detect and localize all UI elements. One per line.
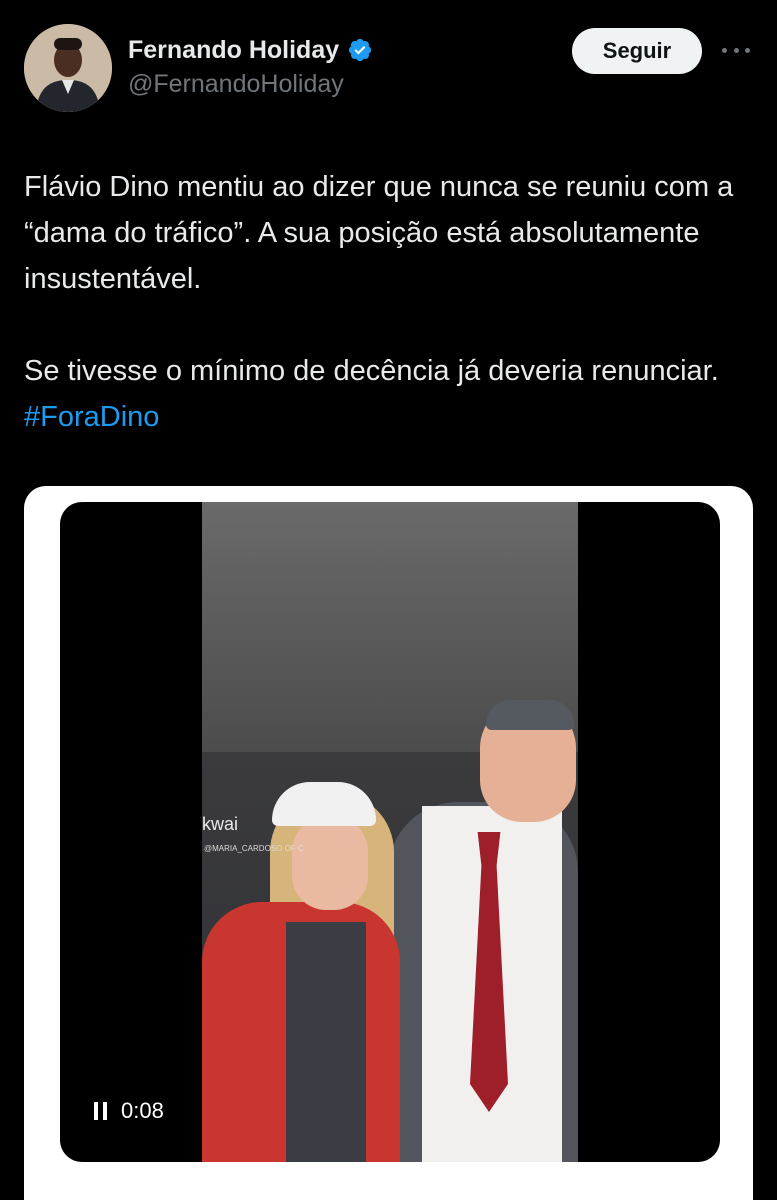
hashtag-link[interactable]: #ForaDino <box>24 401 159 433</box>
follow-button[interactable]: Seguir <box>572 28 702 74</box>
tweet-paragraph-2: Se tivesse o mínimo de decência já dever… <box>24 348 754 440</box>
tweet-detail: Fernando Holiday @FernandoHoliday Seguir… <box>0 0 777 1200</box>
pause-bar <box>103 1102 107 1120</box>
author-handle[interactable]: @FernandoHoliday <box>128 68 373 100</box>
more-dot <box>745 47 750 53</box>
video-frame: kwai @MARIA_CARDOSO OF C <box>202 502 578 1162</box>
woman-face <box>292 814 368 910</box>
kwai-watermark: kwai <box>202 814 239 834</box>
woman-cap <box>272 782 376 826</box>
video-controls: 0:08 <box>94 1098 164 1124</box>
video-player[interactable]: kwai @MARIA_CARDOSO OF C 0:08 <box>60 502 720 1162</box>
more-dot <box>733 47 739 53</box>
pause-icon[interactable] <box>94 1102 107 1120</box>
media-card: kwai @MARIA_CARDOSO OF C 0:08 <box>24 486 753 1200</box>
man-hair <box>486 700 574 730</box>
video-timestamp: 0:08 <box>121 1098 164 1123</box>
avatar-image <box>24 24 112 112</box>
woman-shirt <box>286 922 366 1162</box>
kwai-watermark-user: @MARIA_CARDOSO OF C <box>204 844 304 853</box>
pause-bar <box>94 1102 98 1120</box>
author-avatar[interactable] <box>24 24 112 112</box>
tweet-paragraph-2-text: Se tivesse o mínimo de decência já dever… <box>24 355 719 387</box>
author-info[interactable]: Fernando Holiday @FernandoHoliday <box>128 34 373 100</box>
more-dot <box>722 47 727 53</box>
tweet-text: Flávio Dino mentiu ao dizer que nunca se… <box>24 164 754 440</box>
tweet-paragraph-1: Flávio Dino mentiu ao dizer que nunca se… <box>24 171 734 295</box>
verified-badge-icon <box>347 37 373 63</box>
more-options-icon[interactable] <box>720 36 752 64</box>
author-display-name[interactable]: Fernando Holiday <box>128 34 339 66</box>
